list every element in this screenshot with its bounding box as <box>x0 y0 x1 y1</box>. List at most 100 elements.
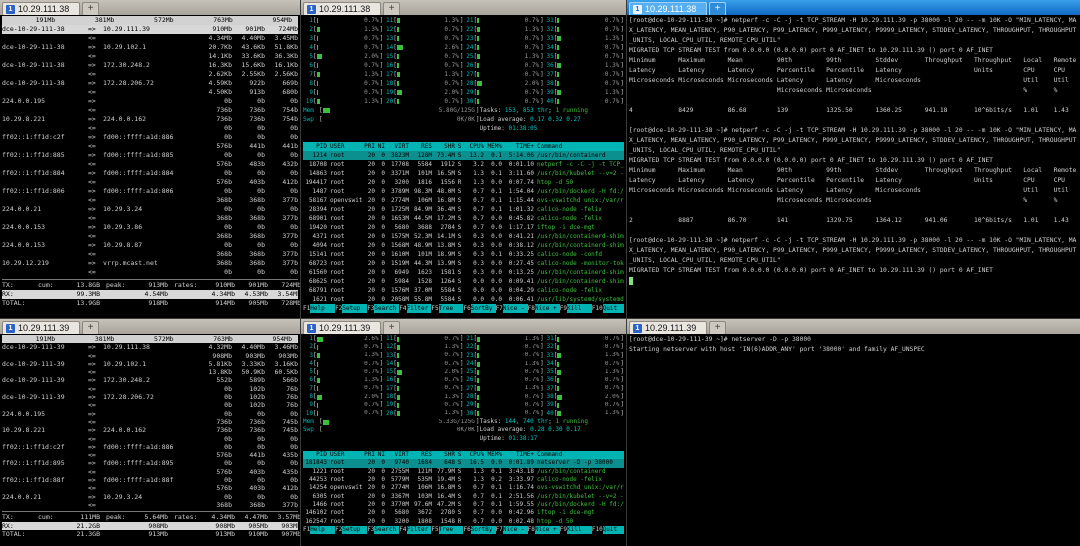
proc-command: /usr/lib/systemd/systemd-jo <box>537 296 624 303</box>
flow-dest-host <box>103 178 199 187</box>
cpu-meter: 40[0.7%] <box>544 97 624 106</box>
rx-arrow: <= <box>88 52 96 60</box>
cpu-usage-fill <box>316 63 319 68</box>
htop-screen[interactable]: 1[0.7%] 11[1.3%] 21[0.7%] 31[0.7%] 2[1.3%] 12… <box>301 15 626 318</box>
htop-screen[interactable]: 1[2.6%] 11[0.7%] 21[1.3%] 31[0.7%] 2[0.7%] 12… <box>301 334 626 546</box>
proc-user: root <box>330 224 345 231</box>
proc-virt: 3371M <box>390 170 409 177</box>
proc-pid: 1221 <box>312 467 327 475</box>
fkey-nice[interactable]: F7 Nice - <box>496 525 528 535</box>
new-tab-button[interactable]: + <box>709 321 727 334</box>
session-tab[interactable]: 1 10.29.111.38 <box>303 2 382 15</box>
session-tab[interactable]: 1 10.29.111.39 <box>2 321 81 334</box>
cpu-usage-fill <box>477 63 479 68</box>
cpu-usage-fill <box>477 90 479 95</box>
fkey-sortby[interactable]: F6 SortBy <box>463 304 496 313</box>
cpu-meter: 19[0.7%] <box>383 401 463 409</box>
proc-res: 52.3M <box>413 233 432 240</box>
flow-row-rx: <= 0b 102b 76b <box>2 385 298 393</box>
flow-row-tx: ff02::1:ff1d:884 => fd00::ffff:a1d:884 0b 0b… <box>2 169 298 178</box>
proc-res: 84.9M <box>413 206 432 213</box>
rx-rate: 76b <box>286 401 298 410</box>
peak-label: peak: <box>106 281 126 289</box>
proc-state: S <box>457 296 462 303</box>
proc-command: calico-node -felix <box>537 476 603 484</box>
cpu-core-number: 31 <box>546 335 554 342</box>
proc-priority: 20 <box>367 269 375 276</box>
session-tab[interactable]: 1 10.29.111.38 <box>629 2 708 15</box>
flow-row-rx: <= 13.8Kb 50.9Kb 60.5Kb <box>2 368 298 376</box>
proc-command: /usr/bin/containerd-shim-ru <box>537 278 624 285</box>
iftop-screen[interactable]: 191Mb 381Mb 572Mb 763Mb 954Mb dce-10-29-111-3… <box>0 15 300 318</box>
flow-source-host <box>2 451 88 459</box>
cpu-usage-fill <box>477 99 479 104</box>
fkey-kill[interactable]: F9 Kill <box>560 525 592 535</box>
fkey-search[interactable]: F3 Search <box>367 525 400 535</box>
cpu-usage-percent: 0.7% <box>524 17 540 24</box>
cpu-core-number: 19 <box>386 401 394 409</box>
flow-dest-host <box>103 106 199 115</box>
session-tab[interactable]: 1 10.29.111.39 <box>303 321 382 334</box>
col-header-ni: NI <box>377 143 385 150</box>
cpu-usage-bar: 1.3% <box>477 336 540 343</box>
new-tab-button[interactable]: + <box>383 321 401 334</box>
proc-nice: 0 <box>381 233 385 240</box>
flow-row-rx: <= 736b 736b 745b <box>2 418 298 426</box>
fkey-quit[interactable]: F10 Quit <box>592 304 624 313</box>
fkey-nice[interactable]: F7 Nice - <box>496 304 528 313</box>
cpu-usage-percent: 0.7% <box>604 385 620 392</box>
new-tab-button[interactable]: + <box>82 2 100 15</box>
fkey-tree[interactable]: F5 Tree <box>431 304 464 313</box>
tx-rate: 669b <box>282 79 298 87</box>
tx-rate: 0b <box>224 205 232 213</box>
fkey-help[interactable]: F1 Help <box>303 525 336 535</box>
fkey-help[interactable]: F1 Help <box>303 304 336 313</box>
flow-source-host: ff02::1:ff1d:88f <box>2 476 65 485</box>
new-tab-button[interactable]: + <box>82 321 100 334</box>
shell-screen[interactable]: [root@dce-10-29-111-39 ~]# netserver -D … <box>627 334 1080 546</box>
session-tab[interactable]: 1 10.29.111.38 <box>2 2 81 15</box>
cpu-meter: 36[1.3%] <box>544 61 624 70</box>
fkey-sortby[interactable]: F6 SortBy <box>463 525 496 535</box>
flow-source-host <box>2 214 88 223</box>
fkey-search[interactable]: F3 Search <box>367 304 400 313</box>
summary-area: Mem[5.33G/125G] Swp[0K/0K] Tasks: 144, 740… <box>303 418 624 443</box>
cpu-core-number: 30 <box>466 98 474 105</box>
fkey-filter[interactable]: F4 Filter <box>399 525 432 535</box>
rx-rate: 736b <box>216 106 232 114</box>
process-row: 1221 root 20 0 2755M 121M 77.9M S 1.3 0.1 3:43.18/… <box>303 468 624 476</box>
fkey-number: F7 <box>495 305 503 312</box>
fkey-nice[interactable]: F8 Nice + <box>528 304 560 313</box>
flow-row-rx: <= 4.34Mb 4.40Mb 3.45Mb <box>2 34 298 43</box>
proc-state: R <box>457 517 462 525</box>
proc-virt: 1576M <box>390 287 409 294</box>
flow-dest-host: 10.29.3.24 <box>103 492 143 501</box>
fkey-label: Search <box>374 304 400 313</box>
flow-source-host <box>2 352 88 360</box>
fkey-filter[interactable]: F4 Filter <box>399 304 432 313</box>
fkey-tree[interactable]: F5 Tree <box>431 525 464 535</box>
terminal-line-out: Microseconds Microseconds % % <box>629 197 1058 204</box>
tx-rate: 566b <box>282 376 298 385</box>
fkey-setup[interactable]: F2 Setup <box>335 304 368 313</box>
new-tab-button[interactable]: + <box>383 2 401 15</box>
cpu-core-number: 15 <box>386 368 394 376</box>
proc-mem-pct: 0.0 <box>491 296 502 303</box>
cpu-core-number: 20 <box>386 409 394 417</box>
cpu-usage-fill <box>477 386 481 392</box>
fkey-nice[interactable]: F8 Nice + <box>528 525 560 535</box>
flow-source-host <box>2 232 88 241</box>
proc-time: 1:17.17 <box>508 224 534 231</box>
col-header-res: RES <box>421 143 432 150</box>
cpu-usage-fill <box>557 344 560 350</box>
tx-rate: 0b <box>257 205 265 213</box>
fkey-kill[interactable]: F9 Kill <box>560 304 592 313</box>
flow-dest-host <box>103 418 199 426</box>
shell-screen[interactable]: [root@dce-10-29-111-38 ~]# netperf -c -C… <box>627 15 1080 318</box>
session-tab[interactable]: 1 10.29.111.39 <box>629 321 708 334</box>
totals-separator <box>2 511 298 513</box>
fkey-quit[interactable]: F10 Quit <box>592 525 624 535</box>
iftop-screen[interactable]: 191Mb 381Mb 572Mb 763Mb 954Mb dce-10-29-111-3… <box>0 334 300 546</box>
new-tab-button[interactable]: + <box>709 2 727 15</box>
fkey-setup[interactable]: F2 Setup <box>335 525 368 535</box>
